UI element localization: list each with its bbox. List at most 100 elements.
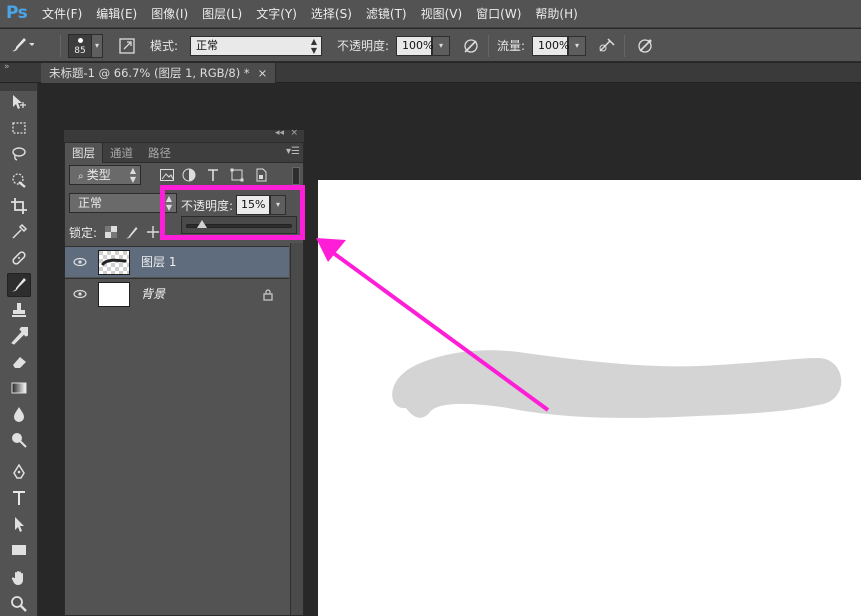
eye-icon[interactable]: [72, 287, 88, 301]
tab-layers[interactable]: 图层: [65, 143, 103, 163]
menu-type[interactable]: 文字(Y): [252, 0, 301, 28]
menu-filter[interactable]: 滤镜(T): [362, 0, 411, 28]
menu-image[interactable]: 图像(I): [147, 0, 192, 28]
brush-tool[interactable]: [7, 273, 31, 297]
tools-panel-header[interactable]: [0, 83, 37, 91]
close-tab-icon[interactable]: ×: [258, 63, 268, 83]
layer-row-background[interactable]: 背景: [65, 278, 289, 309]
brush-panel-icon[interactable]: [116, 35, 138, 57]
filter-type-icon[interactable]: [205, 167, 221, 183]
menu-view[interactable]: 视图(V): [417, 0, 467, 28]
move-icon: [10, 93, 28, 114]
menu-layer[interactable]: 图层(L): [198, 0, 246, 28]
zoom-icon: [10, 595, 28, 616]
ps-logo: Ps: [6, 3, 28, 23]
pen-tool[interactable]: [7, 461, 31, 485]
pressure-opacity-icon[interactable]: [460, 35, 482, 57]
menu-file[interactable]: 文件(F): [38, 0, 86, 28]
panel-menu-icon[interactable]: ▾☰: [286, 147, 300, 157]
eyedropper-tool[interactable]: [7, 221, 31, 245]
flow-input[interactable]: 100%: [532, 35, 569, 56]
gradient-tool[interactable]: [7, 377, 31, 401]
zoom-tool[interactable]: [7, 593, 31, 616]
menu-help[interactable]: 帮助(H): [531, 0, 581, 28]
marquee-tool[interactable]: [7, 117, 31, 141]
flow-dropdown[interactable]: ▾: [568, 35, 586, 56]
layers-scrollbar[interactable]: [290, 243, 303, 615]
filter-toggle[interactable]: [292, 167, 300, 185]
dodge-tool[interactable]: [7, 429, 31, 453]
menu-edit[interactable]: 编辑(E): [92, 0, 141, 28]
tab-paths[interactable]: 路径: [141, 143, 178, 163]
eraser-tool[interactable]: [7, 351, 31, 375]
brush-panel-toggle[interactable]: [116, 29, 138, 62]
brush-size-value: 85: [74, 45, 86, 56]
brush-size-picker[interactable]: 85 ▾: [68, 29, 103, 62]
menu-select[interactable]: 选择(S): [307, 0, 356, 28]
document-tab[interactable]: 未标题-1 @ 66.7% (图层 1, RGB/8) * ×: [41, 63, 277, 83]
collapse-icon[interactable]: »: [4, 62, 10, 72]
gradient-icon: [10, 379, 28, 400]
eraser-icon: [10, 353, 28, 374]
opacity-input-value: 100%: [402, 38, 434, 52]
menu-list: 文件(F) 编辑(E) 图像(I) 图层(L) 文字(Y) 选择(S) 滤镜(T…: [38, 0, 588, 28]
layer-name[interactable]: 背景: [141, 279, 165, 310]
move-tool[interactable]: [7, 91, 31, 115]
filter-type-value: 类型: [86, 168, 111, 182]
blend-mode-value: 正常: [78, 196, 103, 210]
lock-transparency-icon[interactable]: [104, 225, 118, 239]
brush-icon: [8, 34, 35, 57]
pen-icon: [10, 463, 28, 484]
blur-tool[interactable]: [7, 403, 31, 427]
quick-select-tool[interactable]: [7, 169, 31, 193]
quick-select-icon: [10, 171, 28, 192]
opacity-dropdown[interactable]: ▾: [432, 35, 450, 56]
brush-size-dropdown[interactable]: ▾: [92, 33, 103, 58]
lasso-tool[interactable]: [7, 143, 31, 167]
mode-label: 模式:: [150, 39, 179, 53]
layer-name[interactable]: 图层 1: [141, 247, 176, 278]
lock-pixels-icon[interactable]: [125, 225, 139, 239]
mode-value: 正常: [196, 38, 218, 52]
hand-icon: [10, 569, 28, 590]
healing-tool[interactable]: [7, 247, 31, 271]
brush-icon: [10, 275, 28, 296]
history-brush-tool[interactable]: [7, 325, 31, 349]
layer-thumbnail: [98, 250, 130, 275]
eyedropper-icon: [10, 223, 28, 244]
dodge-icon: [10, 431, 28, 452]
panel-collapse-bar[interactable]: ◂◂ ×: [64, 128, 304, 142]
filter-shape-icon[interactable]: [229, 167, 245, 183]
blur-icon: [10, 405, 28, 426]
airbrush-icon[interactable]: [596, 35, 618, 57]
filter-adjustment-icon[interactable]: [181, 167, 197, 183]
filter-type-select[interactable]: ⌕ 类型 ▲ ▼: [69, 165, 141, 185]
eye-icon[interactable]: [72, 255, 88, 269]
search-icon: ⌕: [78, 171, 87, 182]
tool-preset-picker[interactable]: [8, 29, 35, 62]
mode-select[interactable]: 正常 ▲ ▼: [190, 35, 322, 56]
type-tool[interactable]: [7, 487, 31, 511]
layer-thumbnail: [98, 282, 130, 307]
close-panel-icon[interactable]: ×: [290, 128, 298, 138]
collapse-panel-icon[interactable]: ◂◂: [275, 128, 284, 138]
filter-pixel-icon[interactable]: [159, 167, 175, 183]
menu-window[interactable]: 窗口(W): [472, 0, 525, 28]
stamp-tool[interactable]: [7, 299, 31, 323]
filter-smart-object-icon[interactable]: [253, 167, 269, 183]
path-select-tool[interactable]: [7, 513, 31, 537]
shape-tool[interactable]: [7, 539, 31, 563]
menu-bar: Ps 文件(F) 编辑(E) 图像(I) 图层(L) 文字(Y) 选择(S) 滤…: [0, 0, 861, 28]
crop-tool[interactable]: [7, 195, 31, 219]
brush-preview[interactable]: 85: [68, 33, 92, 58]
layer-row-1[interactable]: 图层 1: [65, 246, 289, 277]
opacity-input[interactable]: 100%: [396, 35, 434, 56]
stamp-icon: [10, 301, 28, 322]
lock-position-icon[interactable]: [146, 225, 160, 239]
marquee-icon: [10, 119, 28, 140]
tab-channels[interactable]: 通道: [103, 143, 140, 163]
document-canvas[interactable]: [318, 180, 861, 616]
pressure-size-icon[interactable]: [634, 35, 656, 57]
panel-tabs: 图层 通道 路径 ▾☰: [65, 143, 303, 163]
hand-tool[interactable]: [7, 567, 31, 591]
